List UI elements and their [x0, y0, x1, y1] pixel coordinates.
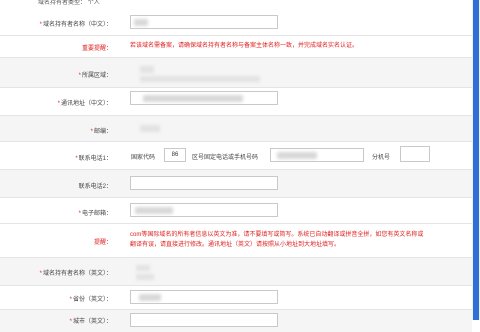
holder-name-en-redacted [136, 265, 150, 271]
notice-text-line2: 翻译有误，请直接进行修改。通讯地址（英文）请按照从小地址到大地址填写。 [130, 242, 341, 248]
row-phone2: 联系电话2： [0, 170, 472, 198]
row-zip: *邮编： [0, 116, 472, 142]
address-cn-input[interactable] [130, 91, 278, 105]
holder-type-value: 个人 [87, 0, 100, 6]
row-address-cn: *通讯地址（中文）： [0, 88, 472, 116]
zip-label: *邮编： [90, 129, 112, 135]
phone-number-input[interactable] [270, 148, 364, 162]
zip-redacted [140, 125, 160, 132]
phone-number-label: 区号固定电话或手机号码 [192, 155, 259, 161]
holder-name-en-label: *域名持有者名称（英文）： [39, 271, 112, 277]
redacted-text [134, 19, 148, 26]
redacted-text [277, 152, 317, 159]
city-en-label: *城市（英文）： [69, 319, 112, 325]
country-code-label: 国家代码 [131, 155, 156, 161]
row-region: *所属区域： [0, 58, 472, 88]
holder-name-en-redacted [136, 274, 154, 280]
province-en-input[interactable] [130, 290, 278, 304]
important-tip-text: 若该域名需备案，请确保域名持有者名称与备案主体名称一致，并完成域名实名认证。 [130, 43, 359, 49]
row-city-en: *城市（英文）： [0, 310, 472, 332]
region-redacted [140, 76, 260, 82]
email-label: *电子邮箱： [78, 211, 112, 217]
ext-input[interactable] [400, 146, 430, 162]
row-province-en: *省份（英文）： [0, 286, 472, 310]
notice-label: 提醒： [93, 240, 112, 246]
holder-name-cn-label: *域名持有者名称（中文）： [39, 22, 112, 28]
phone2-input[interactable] [130, 176, 278, 190]
row-holder-name-en: *域名持有者名称（英文）： [0, 258, 472, 286]
row-important-tip: 重要提醒： 若该域名需备案，请确保域名持有者名称与备案主体名称一致，并完成域名实… [0, 36, 472, 58]
country-code-input[interactable]: 86 [164, 148, 186, 162]
province-en-label: *省份（英文）： [69, 297, 112, 303]
phone2-label: 联系电话2： [78, 184, 112, 190]
city-en-input[interactable] [130, 313, 278, 327]
region-label: *所属区域： [78, 73, 112, 79]
email-input[interactable] [130, 203, 278, 217]
holder-type-row: 域名持有者类型： 个人 [38, 0, 100, 6]
important-tip-label: 重要提醒： [81, 46, 112, 52]
row-holder-name-cn: *域名持有者名称（中文）： [0, 8, 472, 36]
row-email: *电子邮箱： [0, 198, 472, 224]
address-cn-label: *通讯地址（中文）： [57, 101, 112, 107]
redacted-text [135, 207, 173, 214]
phone1-label: *联系电话1： [75, 156, 112, 162]
row-notice: 提醒： com等国际域名的所有者信息以英文为准，请不要填写或简写。系统已自动翻译… [0, 224, 472, 258]
row-phone1: *联系电话1： 国家代码 86 区号固定电话或手机号码 分机号 [0, 142, 472, 170]
region-redacted [140, 66, 154, 73]
notice-text-line1: com等国际域名的所有者信息以英文为准，请不要填写或简写。系统已自动翻译或拼音全… [130, 232, 424, 238]
holder-type-label: 域名持有者类型： [38, 0, 87, 6]
redacted-text [143, 95, 243, 102]
holder-name-cn-input[interactable] [130, 15, 278, 29]
redacted-text [139, 294, 161, 301]
vertical-scrollbar[interactable] [472, 0, 480, 320]
ext-label: 分机号 [372, 155, 391, 161]
scrollbar-thumb[interactable] [473, 0, 479, 320]
